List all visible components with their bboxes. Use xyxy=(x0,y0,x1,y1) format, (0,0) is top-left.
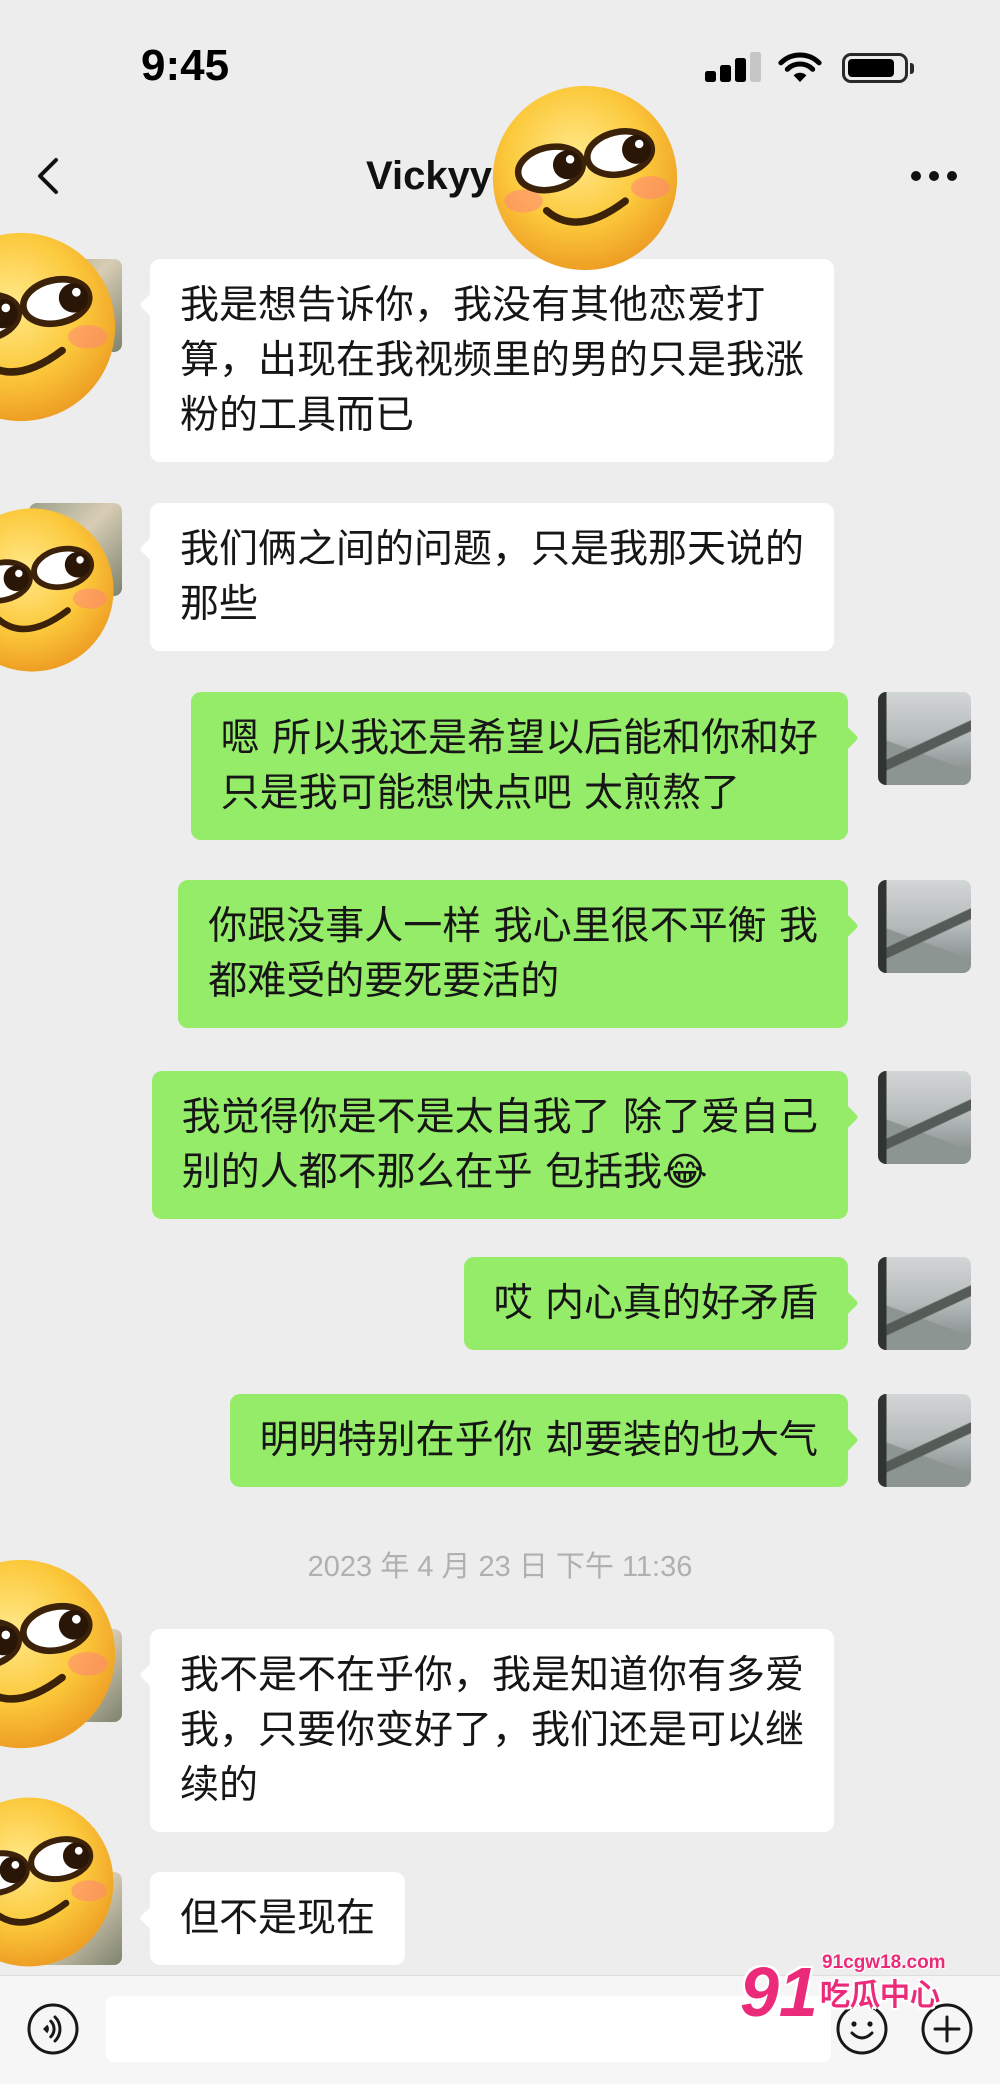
message-text-line: 你跟没事人一样 我心里很不平衡 我 xyxy=(208,904,818,949)
more-dots-icon[interactable] xyxy=(910,168,958,184)
message-text-line: 嗯 所以我还是希望以后能和你和好 xyxy=(220,716,818,761)
message-text-line: 别的人都不那么在乎 包括我😂 xyxy=(181,1150,708,1195)
message-text-line: 粉的工具而已 xyxy=(180,393,415,438)
watermark-name: 吃瓜中心 xyxy=(820,1978,940,2013)
chat-title: Vickyy xyxy=(366,154,493,198)
message-row: 但不是现在 xyxy=(0,1872,1000,1965)
sent-message-bubble[interactable]: 你跟没事人一样 我心里很不平衡 我 都难受的要死要活的 xyxy=(178,880,848,1028)
message-row: 哎 内心真的好矛盾 xyxy=(0,1257,1000,1350)
cellular-signal-icon xyxy=(705,52,763,82)
message-row: 嗯 所以我还是希望以后能和你和好 只是我可能想快点吧 太煎熬了 xyxy=(0,692,1000,840)
smirk-face-icon xyxy=(489,82,681,274)
message-text-line: 都难受的要死要活的 xyxy=(208,959,560,1004)
message-row: 我觉得你是不是太自我了 除了爱自己 别的人都不那么在乎 包括我😂 xyxy=(0,1071,1000,1219)
chat-timestamp: 2023 年 4 月 23 日 下午 11:36 xyxy=(307,1551,693,1583)
voice-icon[interactable] xyxy=(26,2002,80,2056)
sent-message-bubble[interactable]: 哎 内心真的好矛盾 xyxy=(463,1257,848,1350)
message-text-line: 我不是不在乎你，我是知道你有多爱 xyxy=(180,1653,805,1698)
my-avatar[interactable] xyxy=(878,692,971,785)
received-message-bubble[interactable]: 我们俩之间的问题，只是我那天说的 那些 xyxy=(150,503,835,651)
battery-fill xyxy=(848,59,894,77)
message-row: 我不是不在乎你，我是知道你有多爱 我，只要你变好了，我们还是可以继 续的 xyxy=(0,1629,1000,1832)
chevron-left-icon[interactable] xyxy=(34,156,64,196)
battery-nub xyxy=(910,63,914,74)
received-message-bubble[interactable]: 我不是不在乎你，我是知道你有多爱 我，只要你变好了，我们还是可以继 续的 xyxy=(150,1629,835,1832)
watermark-site: 91cgw18.com xyxy=(822,1952,946,1973)
message-text-line: 那些 xyxy=(180,582,259,627)
message-text-line: 哎 内心真的好矛盾 xyxy=(493,1281,818,1326)
message-text-line: 我是想告诉你，我没有其他恋爱打 xyxy=(180,283,766,328)
watermark-logo: 91 xyxy=(740,1953,818,2031)
my-avatar[interactable] xyxy=(878,1257,971,1350)
message-text-line: 续的 xyxy=(180,1763,259,1808)
message-text-line: 我们俩之间的问题，只是我那天说的 xyxy=(180,527,805,572)
message-text-line: 我，只要你变好了，我们还是可以继 xyxy=(180,1708,805,1753)
smirk-face-icon xyxy=(0,1556,119,1752)
sent-message-bubble[interactable]: 我觉得你是不是太自我了 除了爱自己 别的人都不那么在乎 包括我😂 xyxy=(151,1071,848,1219)
message-row: 明明特别在乎你 却要装的也大气 xyxy=(0,1394,1000,1487)
status-time: 9:45 xyxy=(141,41,230,90)
wifi-icon xyxy=(778,52,822,82)
my-avatar[interactable] xyxy=(878,880,971,973)
sent-message-bubble[interactable]: 嗯 所以我还是希望以后能和你和好 只是我可能想快点吧 太煎熬了 xyxy=(190,692,848,840)
message-text-line: 我觉得你是不是太自我了 除了爱自己 xyxy=(181,1095,818,1140)
message-text-line: 算，出现在我视频里的男的只是我涨 xyxy=(180,338,805,383)
received-message-bubble[interactable]: 我是想告诉你，我没有其他恋爱打 算，出现在我视频里的男的只是我涨 粉的工具而已 xyxy=(150,259,835,462)
message-text-line: 但不是现在 xyxy=(180,1896,376,1941)
received-message-bubble[interactable]: 但不是现在 xyxy=(150,1872,406,1965)
message-text-line: 明明特别在乎你 却要装的也大气 xyxy=(259,1418,818,1463)
message-row: 你跟没事人一样 我心里很不平衡 我 都难受的要死要活的 xyxy=(0,880,1000,1028)
message-row: 我们俩之间的问题，只是我那天说的 那些 xyxy=(0,503,1000,651)
sent-message-bubble[interactable]: 明明特别在乎你 却要装的也大气 xyxy=(229,1394,848,1487)
chat-screen: 9:45 Vickyy 我是想告诉你，我没有其他恋爱打 算，出现在我视频里的男的… xyxy=(0,0,1000,2084)
my-avatar[interactable] xyxy=(878,1071,971,1164)
my-avatar[interactable] xyxy=(878,1394,971,1487)
smirk-face-icon xyxy=(0,1794,117,1970)
smirk-face-icon xyxy=(0,505,117,675)
message-input[interactable] xyxy=(106,1996,831,2062)
battery-icon xyxy=(842,53,908,83)
message-text-line: 只是我可能想快点吧 太煎熬了 xyxy=(220,771,740,816)
smirk-face-icon xyxy=(0,229,119,425)
